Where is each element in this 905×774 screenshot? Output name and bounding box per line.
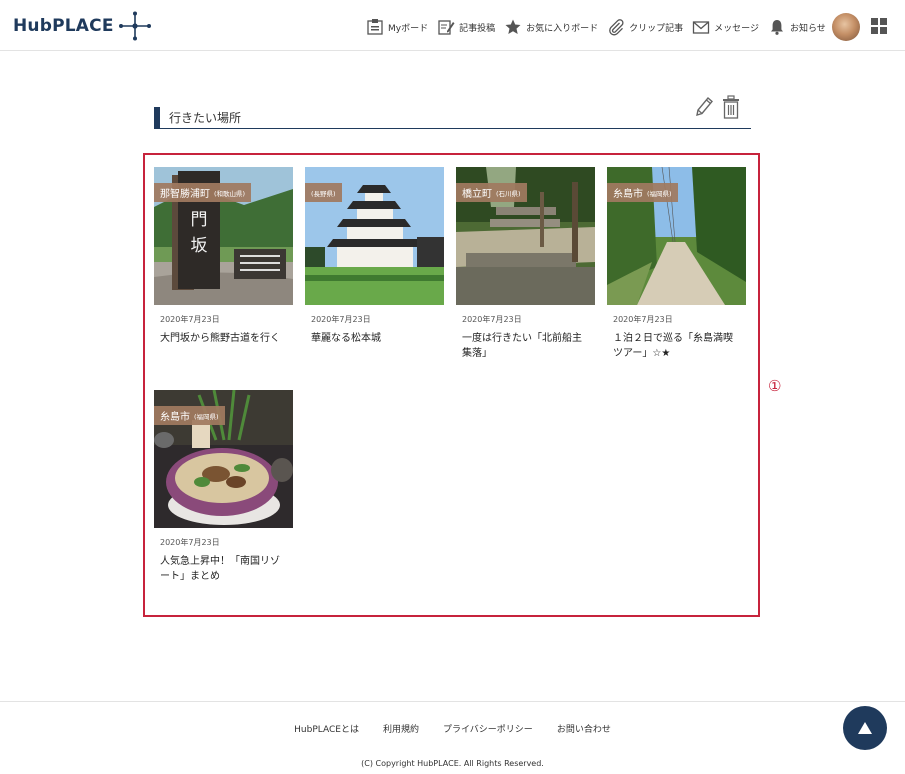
nav-label: メッセージ	[714, 23, 759, 34]
card-title: 人気急上昇中！「南国リゾート」まとめ	[160, 556, 280, 582]
nav-label: お気に入りボード	[526, 23, 599, 34]
footer-link-terms[interactable]: 利用規約	[383, 722, 419, 735]
footer-link-about[interactable]: HubPLACEとは	[294, 722, 359, 735]
nav-label: 記事投稿	[459, 23, 496, 34]
card-title: １泊２日で巡る「糸島満喫ツアー」☆★	[613, 333, 733, 359]
card-date: 2020年7月23日	[160, 538, 220, 547]
board-icon	[367, 19, 383, 35]
svg-text:門: 門	[191, 210, 208, 230]
trash-icon[interactable]	[720, 95, 742, 119]
bell-icon	[770, 20, 783, 35]
card-date: 2020年7月23日	[160, 315, 220, 324]
nav-label: クリップ記事	[629, 23, 684, 34]
svg-text:坂: 坂	[191, 236, 208, 256]
nav-clip-article[interactable]: クリップ記事	[607, 18, 683, 36]
board-title: 行きたい場所	[169, 111, 242, 125]
location-tag: (長野県)	[305, 183, 342, 202]
location-tag: 那智勝浦町 (和歌山県)	[154, 183, 252, 202]
nav-message[interactable]: メッセージ	[692, 18, 759, 36]
tag-city: 那智勝浦町	[160, 189, 210, 200]
pencil-icon[interactable]	[693, 95, 715, 119]
logo-text: HubPLACE	[13, 16, 114, 36]
card-date: 2020年7月23日	[613, 315, 673, 324]
footer-link-privacy[interactable]: プライバシーポリシー	[443, 722, 533, 735]
card-title: 大門坂から熊野古道を行く	[160, 333, 280, 344]
card-date: 2020年7月23日	[311, 315, 371, 324]
annotation-marker: ①	[768, 377, 782, 395]
back-to-top-button[interactable]	[843, 706, 887, 750]
nav-label: お知らせ	[789, 23, 826, 34]
nav-notifications[interactable]: お知らせ	[768, 18, 826, 36]
location-tag: 橋立町 (石川県)	[456, 183, 527, 202]
grid-menu-icon[interactable]	[871, 18, 887, 34]
location-tag: 糸島市 (福岡県)	[607, 183, 678, 202]
footer-link-contact[interactable]: お問い合わせ	[557, 722, 611, 735]
card-title: 一度は行きたい「北前船主集落」	[462, 333, 582, 359]
article-card[interactable]: 門 坂 那智勝浦町 (和歌山県) 2020年7月23日 大門坂から熊野古道を行く	[154, 167, 293, 357]
tag-city: 橋立町	[462, 189, 492, 200]
nav-my-board[interactable]: Myボード	[366, 18, 428, 36]
tag-prefecture: (福岡県)	[647, 189, 672, 198]
arrow-up-icon	[858, 722, 872, 734]
site-logo[interactable]: HubPLACE	[13, 11, 152, 41]
nav-label: Myボード	[388, 23, 429, 34]
board-header: 行きたい場所	[154, 95, 751, 129]
logo-cross-icon	[118, 11, 151, 41]
nav-post-article[interactable]: 記事投稿	[437, 18, 495, 36]
title-accent-bar	[154, 107, 160, 128]
star-icon	[505, 19, 521, 34]
tag-prefecture: (福岡県)	[194, 412, 219, 421]
card-title: 華麗なる松本城	[311, 333, 381, 344]
nav-favorite-board[interactable]: お気に入りボード	[504, 18, 598, 36]
tag-prefecture: (和歌山県)	[214, 189, 246, 198]
avatar[interactable]	[832, 13, 860, 41]
envelope-icon	[692, 21, 710, 34]
article-card[interactable]: (長野県) 2020年7月23日 華麗なる松本城	[305, 167, 444, 357]
article-card[interactable]: 糸島市 (福岡県) 2020年7月23日 １泊２日で巡る「糸島満喫ツアー」☆★	[607, 167, 746, 359]
card-date: 2020年7月23日	[462, 315, 522, 324]
article-card[interactable]: 橋立町 (石川県) 2020年7月23日 一度は行きたい「北前船主集落」	[456, 167, 595, 359]
compose-icon	[438, 20, 455, 35]
tag-prefecture: (石川県)	[496, 189, 521, 198]
tag-city: 糸島市	[613, 189, 643, 200]
copyright-text: (C) Copyright HubPLACE. All Rights Reser…	[361, 759, 544, 768]
tag-city: 糸島市	[160, 412, 190, 423]
location-tag: 糸島市 (福岡県)	[154, 406, 225, 425]
site-footer: HubPLACEとは 利用規約 プライバシーポリシー お問い合わせ (C) Co…	[0, 701, 905, 774]
site-header: HubPLACE Myボード 記事投稿 お気に入りボード クリップ記事 メッセー…	[0, 0, 905, 51]
footer-links: HubPLACEとは 利用規約 プライバシーポリシー お問い合わせ	[0, 722, 905, 735]
header-nav: Myボード 記事投稿 お気に入りボード クリップ記事 メッセージ お知らせ	[366, 17, 835, 37]
tag-prefecture: (長野県)	[311, 189, 336, 198]
paperclip-icon	[609, 19, 624, 36]
article-card[interactable]: 糸島市 (福岡県) 2020年7月23日 人気急上昇中！「南国リゾート」まとめ	[154, 390, 293, 590]
